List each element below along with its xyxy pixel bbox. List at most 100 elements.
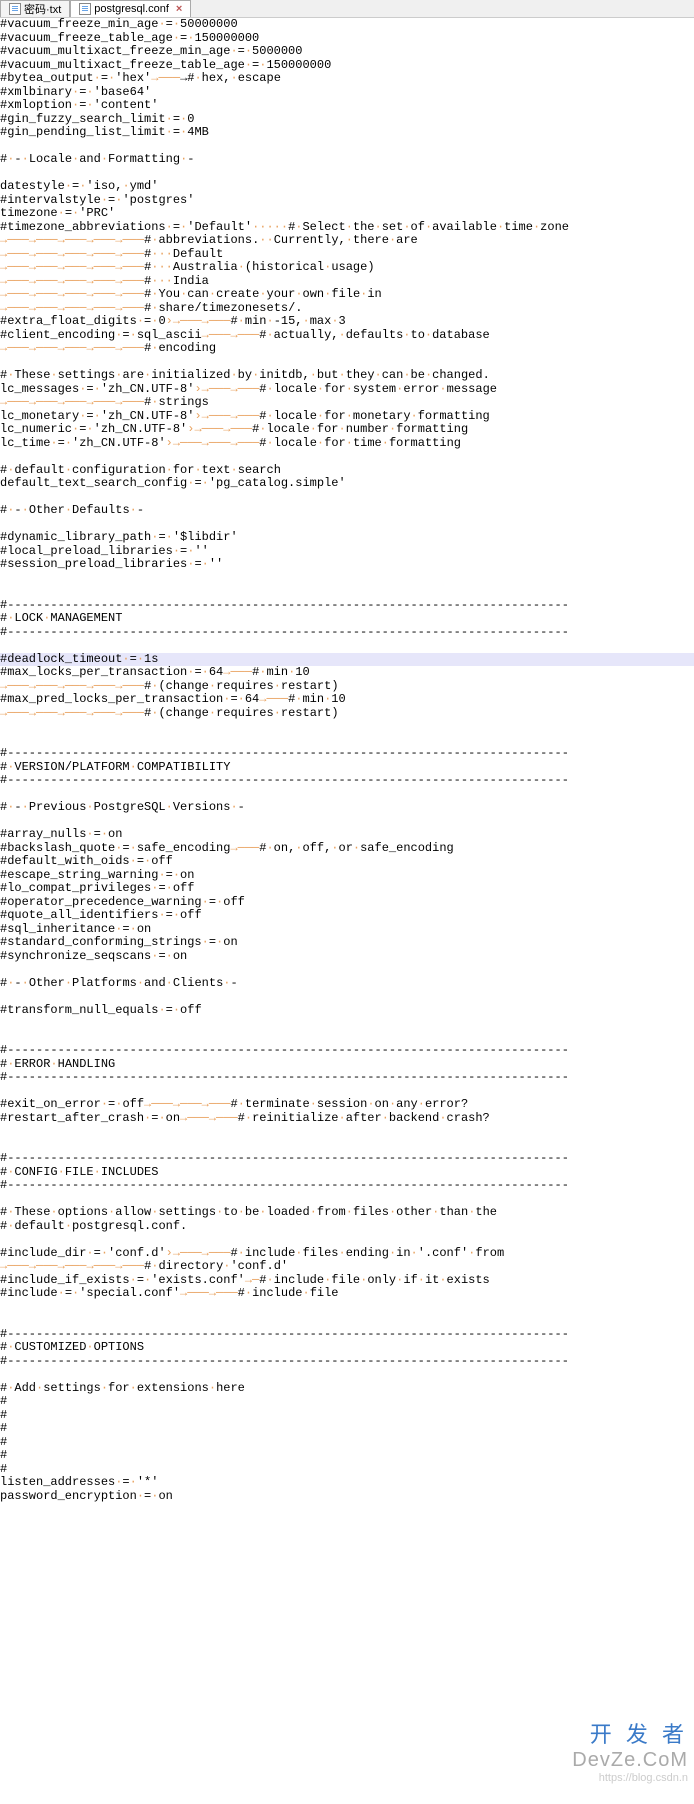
code-line[interactable]: #xmlbinary·=·'base64' xyxy=(0,86,694,100)
code-line[interactable] xyxy=(0,1314,694,1328)
code-line[interactable]: timezone·=·'PRC' xyxy=(0,207,694,221)
code-line[interactable]: #---------------------------------------… xyxy=(0,1152,694,1166)
code-line[interactable]: #restart_after_crash·=·on→───→───#·reini… xyxy=(0,1112,694,1126)
code-line[interactable]: →───→───→───→───→───#···Default xyxy=(0,248,694,262)
code-line[interactable]: #intervalstyle·=·'postgres' xyxy=(0,194,694,208)
code-line[interactable] xyxy=(0,167,694,181)
code-line[interactable] xyxy=(0,1503,694,1517)
code-line[interactable] xyxy=(0,1085,694,1099)
code-line[interactable]: #---------------------------------------… xyxy=(0,1355,694,1369)
code-line[interactable]: #·-·Other·Defaults·- xyxy=(0,504,694,518)
code-line[interactable]: #---------------------------------------… xyxy=(0,1328,694,1342)
close-icon[interactable]: × xyxy=(176,3,182,15)
code-line[interactable]: #array_nulls·=·on xyxy=(0,828,694,842)
code-line[interactable]: #quote_all_identifiers·=·off xyxy=(0,909,694,923)
code-line[interactable]: #---------------------------------------… xyxy=(0,626,694,640)
code-line[interactable]: #include_if_exists·=·'exists.conf'→─#·in… xyxy=(0,1274,694,1288)
code-line[interactable]: datestyle·=·'iso,·ymd' xyxy=(0,180,694,194)
code-line[interactable]: #bytea_output·=·'hex'→───→#·hex,·escape xyxy=(0,72,694,86)
code-line[interactable]: #·-·Previous·PostgreSQL·Versions·- xyxy=(0,801,694,815)
code-line[interactable]: #---------------------------------------… xyxy=(0,747,694,761)
code-line[interactable]: →───→───→───→───→───#···India xyxy=(0,275,694,289)
code-line[interactable]: #·CUSTOMIZED·OPTIONS xyxy=(0,1341,694,1355)
code-line[interactable] xyxy=(0,491,694,505)
code-line[interactable] xyxy=(0,1368,694,1382)
tab-postgresql-conf[interactable]: postgresql.conf × xyxy=(70,0,191,17)
code-line[interactable]: #backslash_quote·=·safe_encoding→───#·on… xyxy=(0,842,694,856)
code-line[interactable]: # xyxy=(0,1422,694,1436)
code-line[interactable] xyxy=(0,1125,694,1139)
code-line[interactable]: lc_time·=·'zh_CN.UTF-8'›→───→───→───#·lo… xyxy=(0,437,694,451)
code-line[interactable]: #standard_conforming_strings·=·on xyxy=(0,936,694,950)
code-line[interactable]: →───→───→───→───→───#·You·can·create·you… xyxy=(0,288,694,302)
code-line[interactable]: #·These·settings·are·initialized·by·init… xyxy=(0,369,694,383)
code-line[interactable]: #include·=·'special.conf'→───→───#·inclu… xyxy=(0,1287,694,1301)
code-line[interactable]: #gin_pending_list_limit·=·4MB xyxy=(0,126,694,140)
code-line[interactable] xyxy=(0,1233,694,1247)
tab-password-txt[interactable]: 密码·txt xyxy=(0,0,70,17)
code-line[interactable] xyxy=(0,734,694,748)
code-line[interactable]: →───→───→───→───→───#·directory·'conf.d' xyxy=(0,1260,694,1274)
code-line[interactable]: lc_monetary·=·'zh_CN.UTF-8'›→───→───#·lo… xyxy=(0,410,694,424)
code-line[interactable]: →───→───→───→───→───#·share/timezonesets… xyxy=(0,302,694,316)
code-line[interactable]: #---------------------------------------… xyxy=(0,1044,694,1058)
code-line[interactable] xyxy=(0,720,694,734)
code-line[interactable]: default_text_search_config·=·'pg_catalog… xyxy=(0,477,694,491)
code-line[interactable]: # xyxy=(0,1463,694,1477)
code-line[interactable]: #lo_compat_privileges·=·off xyxy=(0,882,694,896)
code-line[interactable]: #sql_inheritance·=·on xyxy=(0,923,694,937)
code-line[interactable] xyxy=(0,1031,694,1045)
code-line[interactable] xyxy=(0,518,694,532)
code-line[interactable]: #·Add·settings·for·extensions·here xyxy=(0,1382,694,1396)
code-line[interactable]: # xyxy=(0,1409,694,1423)
code-line[interactable]: →───→───→───→───→───#·encoding xyxy=(0,342,694,356)
code-line[interactable]: →───→───→───→───→───#·strings xyxy=(0,396,694,410)
code-line[interactable]: #transform_null_equals·=·off xyxy=(0,1004,694,1018)
code-line[interactable]: #·CONFIG·FILE·INCLUDES xyxy=(0,1166,694,1180)
code-line[interactable]: #---------------------------------------… xyxy=(0,1071,694,1085)
code-line[interactable]: lc_messages·=·'zh_CN.UTF-8'›→───→───#·lo… xyxy=(0,383,694,397)
code-line[interactable]: #deadlock_timeout·=·1s xyxy=(0,653,694,667)
code-line[interactable]: #extra_float_digits·=·0›→───→───#·min·-1… xyxy=(0,315,694,329)
code-line[interactable]: #synchronize_seqscans·=·on xyxy=(0,950,694,964)
code-line[interactable]: #·default·configuration·for·text·search xyxy=(0,464,694,478)
code-line[interactable]: #·ERROR·HANDLING xyxy=(0,1058,694,1072)
code-line[interactable]: #max_pred_locks_per_transaction·=·64→───… xyxy=(0,693,694,707)
code-line[interactable]: #client_encoding·=·sql_ascii→───→───#·ac… xyxy=(0,329,694,343)
code-line[interactable]: #·-·Other·Platforms·and·Clients·- xyxy=(0,977,694,991)
code-line[interactable]: #escape_string_warning·=·on xyxy=(0,869,694,883)
code-line[interactable] xyxy=(0,990,694,1004)
code-line[interactable] xyxy=(0,450,694,464)
code-line[interactable]: #·VERSION/PLATFORM·COMPATIBILITY xyxy=(0,761,694,775)
code-line[interactable]: #·default·postgresql.conf. xyxy=(0,1220,694,1234)
code-line[interactable]: #---------------------------------------… xyxy=(0,774,694,788)
code-line[interactable]: #vacuum_freeze_min_age·=·50000000 xyxy=(0,18,694,32)
code-line[interactable]: #·These·options·allow·settings·to·be·loa… xyxy=(0,1206,694,1220)
code-line[interactable]: #local_preload_libraries·=·'' xyxy=(0,545,694,559)
code-line[interactable]: #vacuum_multixact_freeze_table_age·=·150… xyxy=(0,59,694,73)
code-line[interactable]: #·LOCK·MANAGEMENT xyxy=(0,612,694,626)
code-line[interactable] xyxy=(0,963,694,977)
code-line[interactable]: # xyxy=(0,1436,694,1450)
code-line[interactable] xyxy=(0,788,694,802)
code-line[interactable]: #timezone_abbreviations·=·'Default'·····… xyxy=(0,221,694,235)
code-line[interactable]: #vacuum_freeze_table_age·=·150000000 xyxy=(0,32,694,46)
code-line[interactable]: #default_with_oids·=·off xyxy=(0,855,694,869)
code-line[interactable]: #include_dir·=·'conf.d'›→───→───#·includ… xyxy=(0,1247,694,1261)
code-line[interactable] xyxy=(0,639,694,653)
code-line[interactable]: password_encryption·=·on xyxy=(0,1490,694,1504)
code-line[interactable]: # xyxy=(0,1395,694,1409)
code-line[interactable] xyxy=(0,1139,694,1153)
code-line[interactable]: →───→───→───→───→───#···Australia·(histo… xyxy=(0,261,694,275)
code-line[interactable]: # xyxy=(0,1449,694,1463)
code-line[interactable]: #xmloption·=·'content' xyxy=(0,99,694,113)
code-editor[interactable]: #vacuum_freeze_min_age·=·50000000#vacuum… xyxy=(0,18,694,1517)
code-line[interactable] xyxy=(0,356,694,370)
code-line[interactable]: #gin_fuzzy_search_limit·=·0 xyxy=(0,113,694,127)
code-line[interactable]: →───→───→───→───→───#·(change·requires·r… xyxy=(0,680,694,694)
code-line[interactable]: #operator_precedence_warning·=·off xyxy=(0,896,694,910)
code-line[interactable] xyxy=(0,140,694,154)
code-line[interactable]: lc_numeric·=·'zh_CN.UTF-8'›→───→───#·loc… xyxy=(0,423,694,437)
code-line[interactable] xyxy=(0,815,694,829)
code-line[interactable] xyxy=(0,1193,694,1207)
